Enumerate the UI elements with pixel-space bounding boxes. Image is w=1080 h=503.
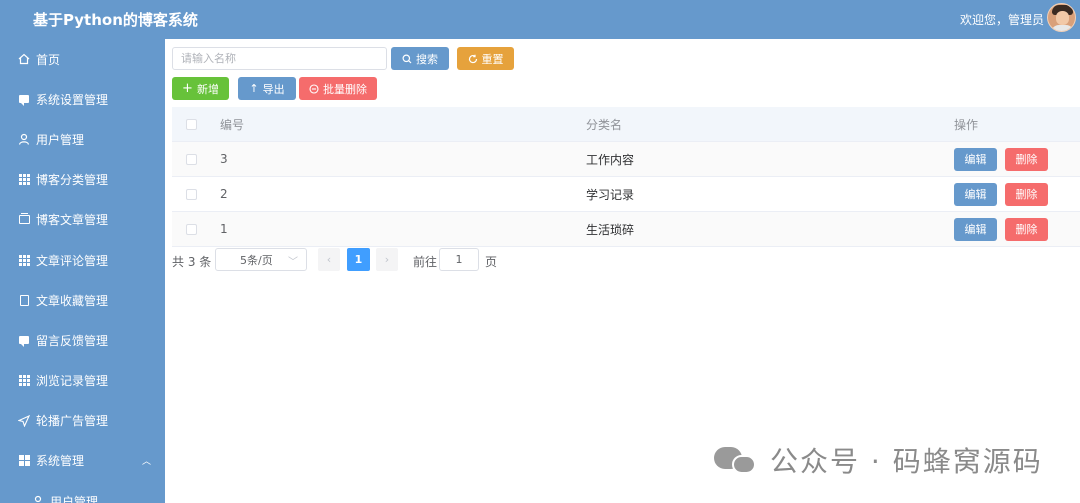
search-input[interactable] [172, 47, 387, 70]
sidebar-item-label: 用户管理 [36, 132, 85, 147]
sidebar-item-system-management[interactable]: 系统管理 ︿ [0, 441, 165, 481]
goto-page-input[interactable]: 1 [439, 248, 479, 271]
sidebar-subitem-users[interactable]: 用户管理 [0, 481, 165, 503]
sidebar-item-label: 系统设置管理 [36, 92, 109, 107]
delete-button[interactable]: 删除 [1005, 182, 1048, 206]
export-button-label: 导出 [262, 82, 285, 96]
sidebar-item-label: 首页 [36, 52, 61, 67]
chevron-up-icon: ︿ [141, 457, 151, 468]
app-title: 基于Python的博客系统 [33, 11, 198, 29]
grid-icon [18, 174, 30, 186]
sidebar-item-browse-history[interactable]: 浏览记录管理 [0, 361, 165, 401]
user-icon [18, 133, 30, 146]
next-page-button[interactable]: › [376, 248, 398, 271]
page-number-current[interactable]: 1 [347, 248, 370, 271]
row-name: 生活琐碎 [586, 222, 635, 237]
sidebar: 首页 系统设置管理 用户管理 博客分类管理 博客文章管理 文章评论管理 文章收藏… [0, 39, 165, 503]
row-name: 工作内容 [586, 152, 635, 167]
edit-button[interactable]: 编辑 [954, 217, 997, 241]
prev-page-button[interactable]: ‹ [318, 248, 340, 271]
sidebar-item-users[interactable]: 用户管理 [0, 119, 165, 159]
grid-icon [18, 375, 30, 387]
export-button[interactable]: ↑ 导出 [238, 77, 296, 100]
row-checkbox[interactable] [185, 223, 197, 235]
chevron-left-icon: ‹ [326, 253, 332, 266]
edit-button[interactable]: 编辑 [954, 182, 997, 206]
chevron-down-icon: ﹀ [288, 257, 298, 268]
sidebar-item-label: 博客分类管理 [36, 173, 109, 188]
goto-unit: 页 [485, 255, 498, 269]
pagination: 共 3 条 5条/页 ﹀ ‹ 1 › 前往 1 页 [172, 248, 672, 272]
wechat-logo-icon [714, 443, 760, 477]
send-icon [18, 414, 30, 427]
row-checkbox[interactable] [185, 153, 197, 165]
welcome-text: 欢迎您，管理员 [959, 13, 1044, 27]
batch-delete-button[interactable]: 批量删除 [299, 77, 377, 100]
page-size-select[interactable]: 5条/页 ﹀ [215, 248, 307, 271]
edit-button[interactable]: 编辑 [954, 147, 997, 171]
sidebar-item-feedback[interactable]: 留言反馈管理 [0, 320, 165, 360]
table-row: 2 学习记录 编辑 删除 [172, 177, 1080, 212]
remove-circle-icon [309, 83, 319, 94]
sidebar-item-system-settings[interactable]: 系统设置管理 [0, 79, 165, 119]
row-id: 1 [220, 222, 228, 236]
chevron-right-icon: › [384, 253, 390, 266]
table-row: 3 工作内容 编辑 删除 [172, 142, 1080, 177]
column-header-name: 分类名 [586, 117, 623, 132]
chat-icon [18, 334, 30, 348]
search-icon [402, 54, 412, 63]
sidebar-item-label: 文章评论管理 [36, 253, 109, 268]
doc-icon [18, 294, 30, 306]
add-button-label: 新增 [196, 82, 219, 96]
user-icon [32, 495, 44, 503]
watermark-text: 公众号 · 码蜂窝源码 [770, 445, 1043, 478]
sidebar-item-label: 用户管理 [50, 494, 99, 503]
plus-icon: + [182, 81, 193, 96]
sidebar-item-carousel-ads[interactable]: 轮播广告管理 [0, 401, 165, 441]
sidebar-item-label: 浏览记录管理 [36, 374, 109, 389]
chat-icon [18, 93, 30, 107]
sidebar-item-home[interactable]: 首页 [0, 39, 165, 79]
sidebar-item-label: 文章收藏管理 [36, 293, 109, 308]
watermark: 公众号 · 码蜂窝源码 [714, 440, 1043, 480]
sidebar-item-blog-articles[interactable]: 博客文章管理 [0, 200, 165, 240]
box-icon [18, 213, 30, 226]
apps-icon [18, 455, 30, 467]
batch-delete-button-label: 批量删除 [323, 82, 367, 96]
row-id: 3 [220, 152, 228, 166]
table-row: 1 生活琐碎 编辑 删除 [172, 212, 1080, 247]
table-header: 编号 分类名 操作 [172, 107, 1080, 142]
search-button[interactable]: 搜索 [391, 47, 449, 70]
select-all-checkbox[interactable] [185, 118, 197, 130]
sidebar-item-blog-categories[interactable]: 博客分类管理 [0, 160, 165, 200]
total-count: 共 3 条 [172, 255, 212, 269]
page-size-value: 5条/页 [240, 253, 273, 267]
row-checkbox[interactable] [185, 188, 197, 200]
refresh-icon [468, 54, 477, 63]
reset-button-label: 重置 [481, 52, 504, 66]
search-button-label: 搜索 [416, 52, 438, 66]
reset-button[interactable]: 重置 [457, 47, 514, 70]
avatar[interactable] [1047, 3, 1076, 32]
sidebar-item-comments[interactable]: 文章评论管理 [0, 240, 165, 280]
sidebar-item-label: 轮播广告管理 [36, 414, 109, 429]
row-name: 学习记录 [586, 187, 635, 202]
column-header-actions: 操作 [954, 117, 979, 132]
delete-button[interactable]: 删除 [1005, 217, 1048, 241]
category-table: 编号 分类名 操作 3 工作内容 编辑 删除 2 学习记录 编辑 删除 1 生活… [172, 107, 1080, 247]
delete-button[interactable]: 删除 [1005, 147, 1048, 171]
sidebar-item-favorites[interactable]: 文章收藏管理 [0, 280, 165, 320]
arrow-up-icon: ↑ [249, 82, 259, 95]
sidebar-item-label: 系统管理 [36, 454, 85, 469]
grid-icon [18, 254, 30, 266]
add-button[interactable]: + 新增 [172, 77, 229, 100]
sidebar-item-label: 留言反馈管理 [36, 333, 109, 348]
top-header: 基于Python的博客系统 欢迎您，管理员 [0, 0, 1080, 39]
home-icon [18, 53, 30, 65]
main-content: 搜索 重置 + 新增 ↑ 导出 批量删除 编号 分类名 操作 3 工作内容 编辑… [165, 39, 1080, 503]
row-id: 2 [220, 187, 228, 201]
column-header-id: 编号 [220, 117, 245, 132]
sidebar-item-label: 博客文章管理 [36, 213, 109, 228]
goto-label: 前往 [413, 255, 438, 269]
